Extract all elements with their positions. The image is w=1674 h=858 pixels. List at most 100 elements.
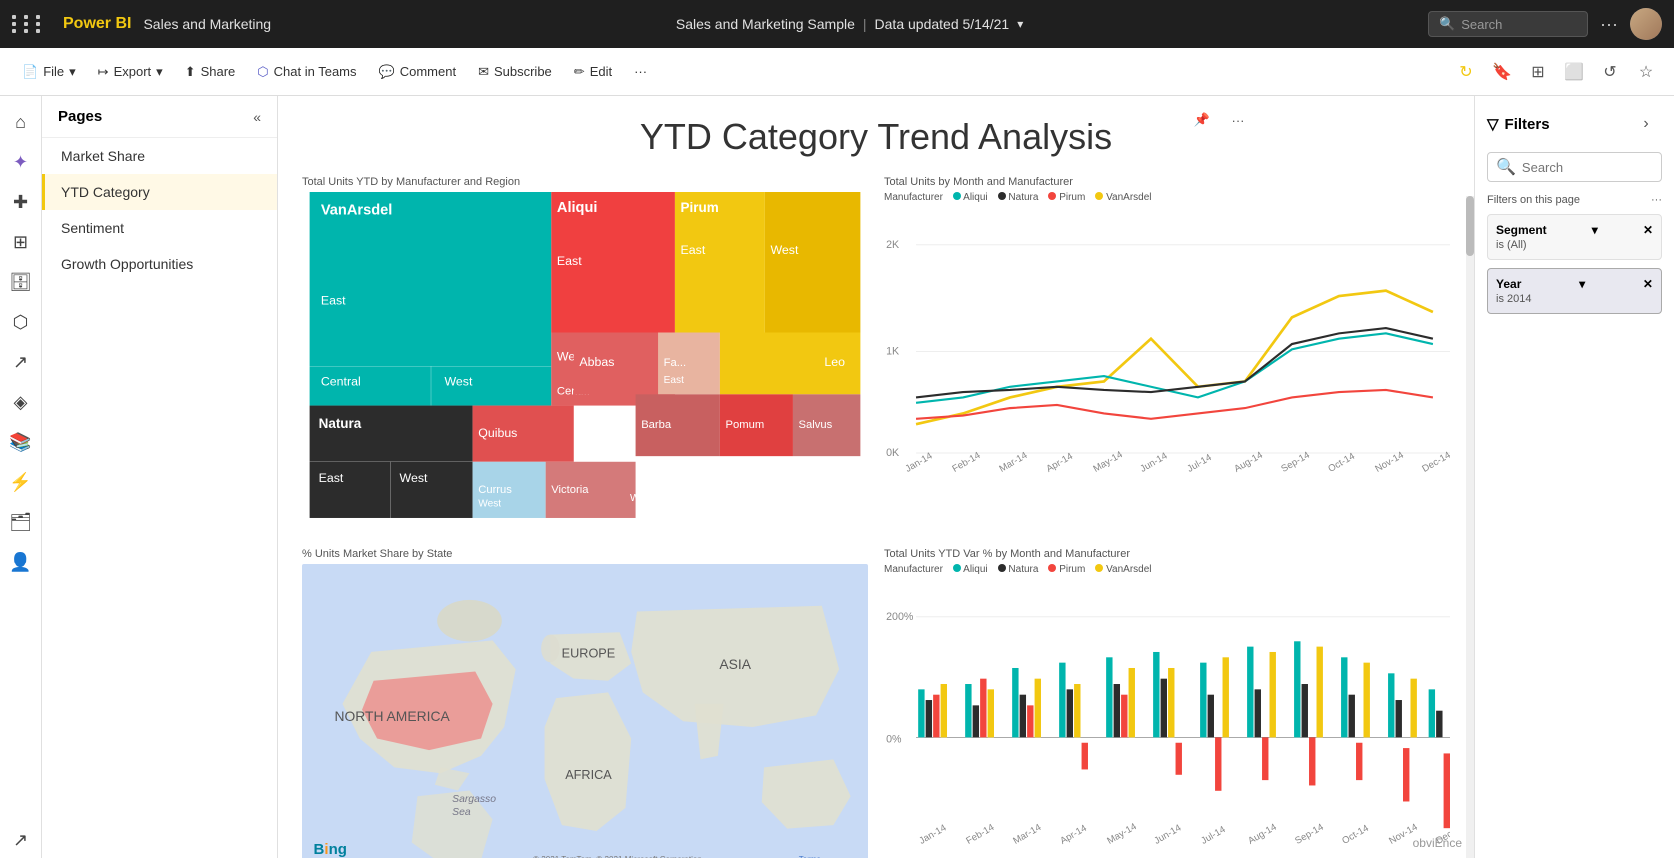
svg-text:Jan-14: Jan-14 xyxy=(903,450,935,475)
sidebar-expand-icon[interactable]: ↗ xyxy=(3,822,39,858)
scrollbar-thumb[interactable] xyxy=(1466,196,1474,256)
sidebar-learn-icon[interactable]: 📚 xyxy=(3,424,39,460)
map-container[interactable]: NORTH AMERICA EUROPE ASIA AFRICA Sargass… xyxy=(302,564,868,858)
treemap-svg: VanArsdel East Central West Aliqui East … xyxy=(302,192,868,518)
svg-text:West: West xyxy=(400,471,428,485)
export-button[interactable]: ↦ Export ▾ xyxy=(88,59,173,85)
data-updated-text: Data updated 5/14/21 xyxy=(875,16,1010,32)
treemap-pirum-west[interactable] xyxy=(765,192,861,333)
sidebar-apps-icon[interactable]: ⬡ xyxy=(3,304,39,340)
line-chart-svg: 2K 1K 0K Jan-14 xyxy=(884,207,1450,502)
filter-year-clear[interactable]: ✕ xyxy=(1643,277,1653,291)
bar-legend-natura: Natura xyxy=(1008,564,1038,575)
sidebar-monitor-icon[interactable]: ◈ xyxy=(3,384,39,420)
legend-aliqui: Aliqui xyxy=(963,192,987,203)
filter-search-box[interactable]: 🔍 xyxy=(1487,152,1662,182)
chevron-down-icon: ▾ xyxy=(69,64,76,80)
chat-label: Chat in Teams xyxy=(274,64,357,79)
comment-button[interactable]: 💬 Comment xyxy=(369,59,467,85)
sidebar-copilot-icon[interactable]: ✦ xyxy=(3,144,39,180)
svg-text:May-14: May-14 xyxy=(1105,821,1139,847)
toolbar-left: 📄 File ▾ ↦ Export ▾ ⬆ Share ⬡ Chat in Te… xyxy=(12,59,657,85)
svg-text:Leo: Leo xyxy=(824,355,845,369)
more-visual-options[interactable]: ··· xyxy=(1222,104,1254,136)
page-item-market-share[interactable]: Market Share xyxy=(42,138,277,174)
svg-text:Apr-14: Apr-14 xyxy=(1044,451,1075,475)
favorite-button[interactable]: ☆ xyxy=(1630,56,1662,88)
line-chart-title: Total Units by Month and Manufacturer xyxy=(884,176,1450,188)
chat-in-teams-button[interactable]: ⬡ Chat in Teams xyxy=(247,59,366,85)
sidebar-create-icon[interactable]: ✚ xyxy=(3,184,39,220)
pages-title: Pages xyxy=(58,108,253,125)
mail-icon: ✉ xyxy=(478,64,489,80)
map-svg: NORTH AMERICA EUROPE ASIA AFRICA Sargass… xyxy=(302,564,868,858)
svg-text:Jul-14: Jul-14 xyxy=(1185,452,1214,475)
refresh-button[interactable]: ↻ xyxy=(1450,56,1482,88)
fit-page-button[interactable]: ⬜ xyxy=(1558,56,1590,88)
pages-header: Pages « xyxy=(42,96,277,138)
filters-on-page-text: Filters on this page xyxy=(1487,194,1580,206)
svg-text:Salvus: Salvus xyxy=(799,419,833,431)
filter-year-chevron[interactable]: ▾ xyxy=(1579,277,1585,291)
topbar-search[interactable]: 🔍 Search xyxy=(1428,11,1588,37)
filter-segment-chevron[interactable]: ▾ xyxy=(1592,223,1598,237)
toolbar: 📄 File ▾ ↦ Export ▾ ⬆ Share ⬡ Chat in Te… xyxy=(0,48,1674,96)
subscribe-button[interactable]: ✉ Subscribe xyxy=(468,59,562,85)
svg-text:Currus: Currus xyxy=(478,484,512,496)
apps-grid-icon[interactable] xyxy=(12,15,45,33)
svg-text:Natura: Natura xyxy=(319,416,362,431)
svg-text:Sargasso: Sargasso xyxy=(452,794,496,805)
scrollbar-track[interactable] xyxy=(1466,196,1474,858)
svg-text:Sea: Sea xyxy=(452,807,471,818)
svg-text:Quibus: Quibus xyxy=(478,426,517,440)
filters-header: ▽ Filters › xyxy=(1487,108,1662,140)
svg-text:VanArsdel: VanArsdel xyxy=(321,202,392,218)
edit-button[interactable]: ✏ Edit xyxy=(564,59,622,85)
page-item-ytd-category[interactable]: YTD Category xyxy=(42,174,277,210)
line-vanarsdel xyxy=(916,291,1433,424)
filter-segment-card[interactable]: Segment ▾ ✕ is (All) xyxy=(1487,214,1662,260)
view-toggle-button[interactable]: ⊞ xyxy=(1522,56,1554,88)
filter-search-icon: 🔍 xyxy=(1496,157,1516,177)
reset-button[interactable]: ↺ xyxy=(1594,56,1626,88)
svg-text:Bing: Bing xyxy=(314,841,347,858)
filter-segment-clear[interactable]: ✕ xyxy=(1643,223,1653,237)
sidebar-browse-icon[interactable]: ⊞ xyxy=(3,224,39,260)
filters-expand-button[interactable]: › xyxy=(1630,108,1662,140)
svg-text:East: East xyxy=(664,375,684,386)
more-options-button[interactable]: ··· xyxy=(1600,14,1618,35)
toolbar-right-icons: ↻ 🔖 ⊞ ⬜ ↺ ☆ xyxy=(1450,56,1662,88)
page-item-growth-opportunities[interactable]: Growth Opportunities xyxy=(42,246,277,282)
sidebar-workspaces-icon[interactable]: 🗂 xyxy=(3,504,39,540)
workspace-name: Sales and Marketing xyxy=(143,16,271,32)
filter-year-card[interactable]: Year ▾ ✕ is 2014 xyxy=(1487,268,1662,314)
bar-chart-legend: Manufacturer Aliqui Natura Pirum VanArsd… xyxy=(884,564,1450,575)
sidebar-metrics-icon[interactable]: ↗ xyxy=(3,344,39,380)
pipe-separator: | xyxy=(863,16,867,32)
sidebar-person-icon[interactable]: 👤 xyxy=(3,544,39,580)
search-icon: 🔍 xyxy=(1439,16,1455,32)
legend-pirum: Pirum xyxy=(1059,192,1085,203)
sidebar-onelake-icon[interactable]: 🗄 xyxy=(3,264,39,300)
svg-text:Oct-14: Oct-14 xyxy=(1340,822,1371,846)
page-item-sentiment[interactable]: Sentiment xyxy=(42,210,277,246)
filters-label: Filters xyxy=(1505,116,1550,133)
svg-text:Pomum: Pomum xyxy=(726,419,765,431)
file-button[interactable]: 📄 File ▾ xyxy=(12,59,86,85)
sidebar-realtime-icon[interactable]: ⚡ xyxy=(3,464,39,500)
filters-more-icon[interactable]: ··· xyxy=(1651,194,1662,206)
sidebar-home-icon[interactable]: ⌂ xyxy=(3,104,39,140)
search-label: Search xyxy=(1461,17,1502,32)
toolbar-more-button[interactable]: ··· xyxy=(624,59,657,84)
left-sidebar: ⌂ ✦ ✚ ⊞ 🗄 ⬡ ↗ ◈ 📚 ⚡ 🗂 👤 ↗ xyxy=(0,96,42,858)
user-avatar[interactable] xyxy=(1630,8,1662,40)
svg-text:West: West xyxy=(630,493,653,504)
bookmark-button[interactable]: 🔖 xyxy=(1486,56,1518,88)
export-icon: ↦ xyxy=(98,64,109,80)
pages-collapse-button[interactable]: « xyxy=(253,109,261,125)
bar-legend-aliqui: Aliqui xyxy=(963,564,987,575)
treemap-container[interactable]: VanArsdel East Central West Aliqui East … xyxy=(302,192,868,518)
share-button[interactable]: ⬆ Share xyxy=(175,59,246,85)
pin-icon[interactable]: 📌 xyxy=(1186,104,1218,136)
filter-search-input[interactable] xyxy=(1522,160,1653,175)
